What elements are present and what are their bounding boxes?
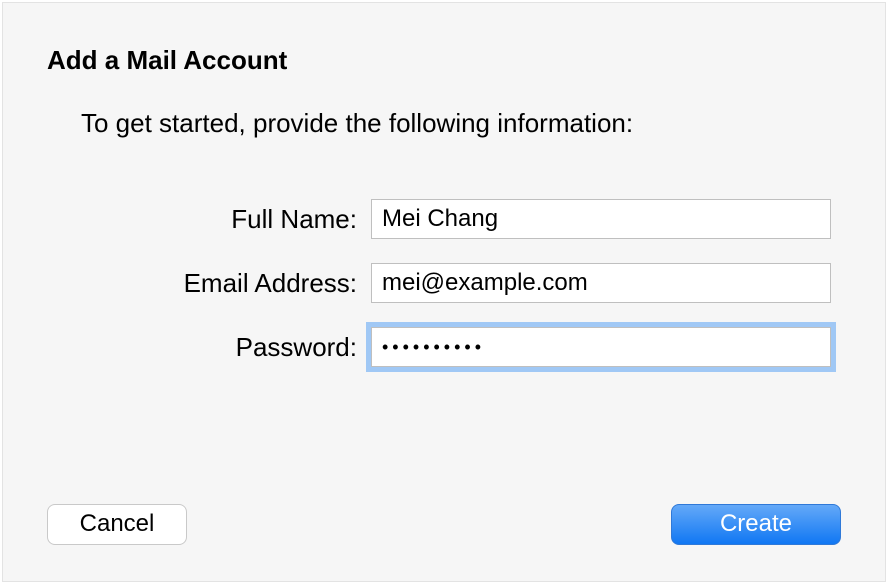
password-input[interactable] <box>371 327 831 367</box>
full-name-row: Full Name: <box>81 199 841 239</box>
dialog-subtitle: To get started, provide the following in… <box>81 108 841 139</box>
full-name-label: Full Name: <box>81 204 371 235</box>
password-label: Password: <box>81 332 371 363</box>
button-bar: Cancel Create <box>47 504 841 545</box>
email-row: Email Address: <box>81 263 841 303</box>
create-button[interactable]: Create <box>671 504 841 545</box>
add-mail-account-dialog: Add a Mail Account To get started, provi… <box>2 2 886 582</box>
cancel-button[interactable]: Cancel <box>47 504 187 545</box>
full-name-input[interactable] <box>371 199 831 239</box>
account-form: Full Name: Email Address: Password: <box>81 199 841 367</box>
email-input[interactable] <box>371 263 831 303</box>
email-label: Email Address: <box>81 268 371 299</box>
password-row: Password: <box>81 327 841 367</box>
dialog-title: Add a Mail Account <box>47 45 841 76</box>
